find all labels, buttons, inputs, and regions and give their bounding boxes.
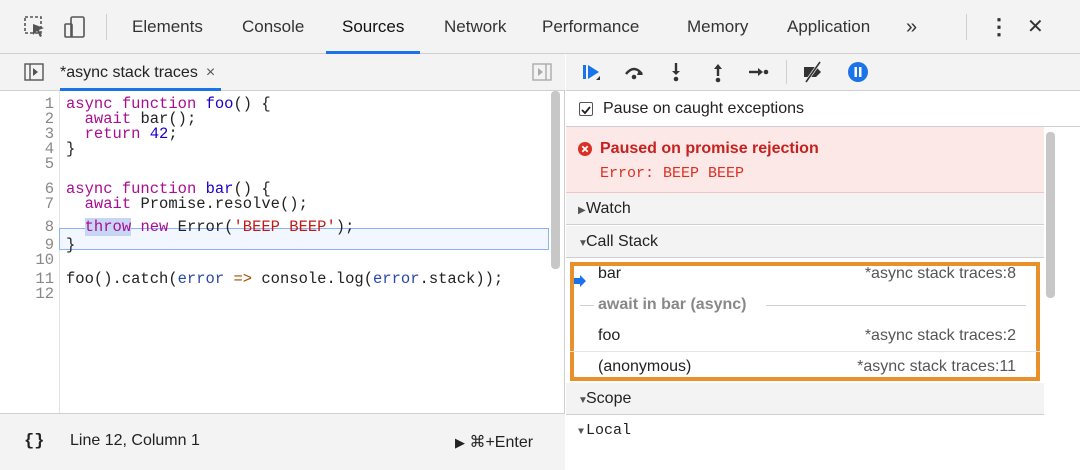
error-icon (578, 142, 592, 156)
separator (106, 14, 107, 40)
pause-on-caught-exceptions-row[interactable]: Pause on caught exceptions (566, 91, 1080, 127)
file-tab[interactable]: *async stack traces × (60, 54, 222, 91)
check-icon (581, 106, 591, 115)
tab-console[interactable]: Console (242, 0, 304, 54)
tab-sources[interactable]: Sources (326, 0, 421, 54)
navigator-toggle-icon[interactable] (22, 60, 46, 84)
line-number[interactable]: 7 (4, 196, 54, 212)
code-line: throw new Error('BEEP BEEP'); (84, 218, 355, 236)
collapse-triangle-icon: ▼ (578, 395, 588, 406)
file-tab-bar: *async stack traces × (0, 54, 565, 91)
run-snippet-button[interactable]: ▶ ⌘+Enter (455, 432, 533, 452)
editor-scrollbar[interactable] (551, 91, 560, 269)
code-line: } (66, 140, 76, 158)
scope-label: Scope (586, 390, 632, 407)
device-toggle-icon[interactable] (62, 14, 88, 40)
line-number[interactable]: 5 (4, 156, 54, 172)
paused-title: Paused on promise rejection (600, 140, 819, 157)
pretty-print-button[interactable]: {} (24, 432, 44, 451)
scope-local-row[interactable]: ▼ Local (566, 416, 1044, 446)
step-over-icon[interactable] (622, 60, 646, 84)
close-file-tab-button[interactable]: × (206, 64, 215, 81)
watch-section-header[interactable]: ▶Watch (566, 193, 1044, 225)
frame-name: bar (598, 265, 622, 282)
tab-memory[interactable]: Memory (687, 0, 748, 54)
frame-location[interactable]: *async stack traces:11 (857, 352, 1016, 382)
collapse-triangle-icon: ▼ (578, 427, 585, 438)
local-scope-label: Local (586, 422, 632, 439)
run-shortcut-label: ⌘+Enter (469, 434, 534, 451)
menu-icon[interactable]: ⋮ (988, 0, 1010, 54)
resume-icon[interactable] (580, 60, 604, 84)
async-separator-line (766, 305, 1026, 306)
call-stack-label: Call Stack (586, 233, 659, 250)
file-tab-label: *async stack traces (60, 64, 198, 81)
frame-location[interactable]: *async stack traces:2 (865, 321, 1016, 351)
editor-status-bar: {} Line 12, Column 1 ▶ ⌘+Enter (0, 413, 565, 470)
async-separator: await in bar (async) (570, 290, 1040, 320)
step-icon[interactable] (746, 60, 770, 84)
separator (966, 14, 967, 40)
devtools-tab-bar: Elements Console Sources Network Perform… (0, 0, 1080, 54)
code-editor[interactable]: 1 2 3 4 5 6 7 8 9 10 11 12 async functio… (0, 91, 565, 413)
debugger-toggle-icon[interactable] (530, 60, 554, 84)
paused-error: Error: BEEP BEEP (600, 165, 745, 182)
step-into-icon[interactable] (664, 60, 688, 84)
pause-on-caught-checkbox[interactable] (579, 102, 593, 116)
paused-message: Paused on promise rejection Error: BEEP … (566, 127, 1044, 193)
frame-name: foo (598, 327, 621, 344)
pause-on-caught-label: Pause on caught exceptions (603, 100, 805, 117)
tab-elements[interactable]: Elements (132, 0, 203, 54)
separator (786, 60, 787, 84)
line-number[interactable]: 12 (4, 286, 54, 302)
sources-editor-pane: *async stack traces × 1 2 3 4 5 6 7 8 9 1… (0, 54, 565, 470)
frame-location[interactable]: *async stack traces:8 (865, 259, 1016, 289)
collapse-triangle-icon: ▼ (578, 238, 588, 249)
code-line: foo().catch(error => console.log(error.s… (66, 270, 504, 288)
more-tabs-button[interactable]: » (906, 0, 917, 54)
code-line: return 42; (84, 125, 178, 143)
inspect-icon[interactable] (22, 14, 48, 40)
scope-section-header[interactable]: ▼Scope (566, 383, 1044, 415)
tab-application[interactable]: Application (787, 0, 870, 54)
tab-network[interactable]: Network (444, 0, 506, 54)
call-stack-section-header[interactable]: ▼Call Stack (566, 226, 1044, 258)
debugger-toolbar (566, 54, 1080, 91)
tab-performance[interactable]: Performance (542, 0, 639, 54)
line-number[interactable]: 10 (4, 252, 54, 268)
async-separator-line (580, 305, 594, 306)
debugger-sidebar: Pause on caught exceptions Paused on pro… (566, 54, 1080, 470)
pause-on-exceptions-icon[interactable] (846, 60, 870, 84)
close-icon[interactable]: ✕ (1027, 0, 1044, 54)
call-frame-foo[interactable]: foo *async stack traces:2 (570, 321, 1040, 351)
line-number-gutter[interactable]: 1 2 3 4 5 6 7 8 9 10 11 12 (0, 91, 60, 413)
call-frame-anonymous[interactable]: (anonymous) *async stack traces:11 (570, 351, 1040, 381)
deactivate-breakpoints-icon[interactable] (800, 60, 824, 84)
code-line: await Promise.resolve(); (84, 195, 308, 213)
sidebar-scrollbar[interactable] (1046, 132, 1055, 298)
code-line: } (66, 236, 76, 254)
frame-name: (anonymous) (598, 358, 692, 375)
watch-label: Watch (586, 200, 631, 217)
step-out-icon[interactable] (706, 60, 730, 84)
async-separator-label: await in bar (async) (598, 296, 747, 313)
call-frame-bar[interactable]: bar *async stack traces:8 (570, 259, 1040, 289)
line-number[interactable]: 8 (4, 219, 54, 235)
expand-triangle-icon: ▶ (578, 205, 586, 216)
play-icon: ▶ (455, 435, 465, 450)
cursor-position: Line 12, Column 1 (70, 432, 200, 449)
